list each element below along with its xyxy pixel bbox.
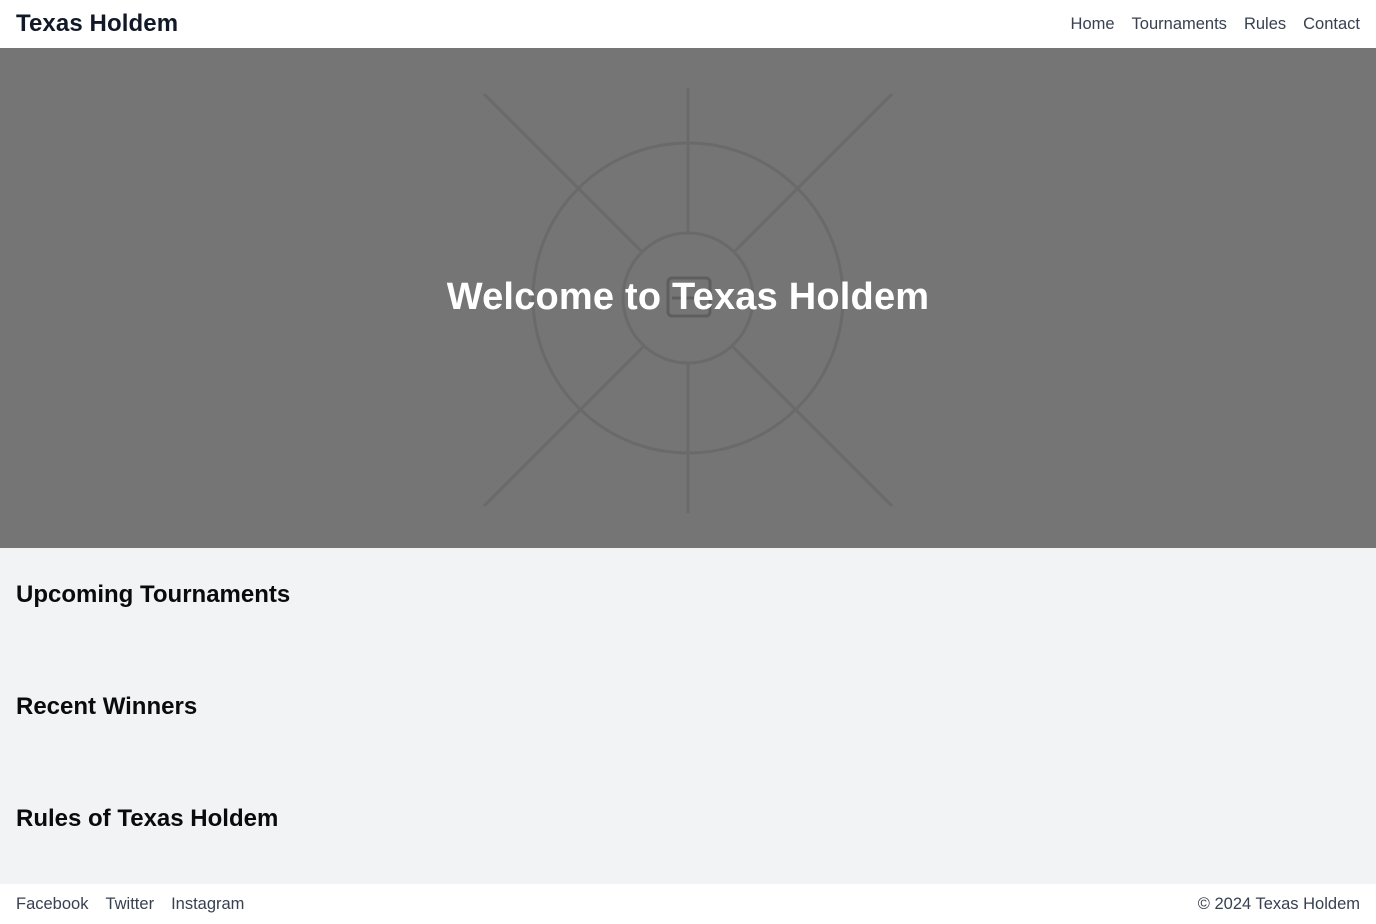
main-nav: Home Tournaments Rules Contact xyxy=(1071,15,1360,34)
nav-link-tournaments[interactable]: Tournaments xyxy=(1132,15,1227,34)
hero-ray xyxy=(482,345,645,508)
nav-link-home[interactable]: Home xyxy=(1071,15,1115,34)
instagram-link[interactable]: Instagram xyxy=(171,895,244,914)
site-footer: Facebook Twitter Instagram © 2024 Texas … xyxy=(0,884,1376,924)
hero-ray xyxy=(731,92,894,255)
upcoming-tournaments-heading: Upcoming Tournaments xyxy=(16,581,291,608)
hero-banner: Welcome to Texas Holdem xyxy=(0,48,1376,548)
recent-winners-heading: Recent Winners xyxy=(16,693,198,720)
hero-ray xyxy=(731,345,894,508)
social-links: Facebook Twitter Instagram xyxy=(16,895,244,914)
rules-heading: Rules of Texas Holdem xyxy=(16,805,279,832)
nav-link-rules[interactable]: Rules xyxy=(1244,15,1286,34)
site-logo-title[interactable]: Texas Holdem xyxy=(16,10,178,38)
site-header: Texas Holdem Home Tournaments Rules Cont… xyxy=(0,0,1376,48)
facebook-link[interactable]: Facebook xyxy=(16,895,88,914)
hero-ray xyxy=(482,92,645,255)
hero-title: Welcome to Texas Holdem xyxy=(446,276,930,318)
copyright-text: © 2024 Texas Holdem xyxy=(1197,894,1360,913)
nav-link-contact[interactable]: Contact xyxy=(1303,15,1360,34)
twitter-link[interactable]: Twitter xyxy=(105,895,154,914)
